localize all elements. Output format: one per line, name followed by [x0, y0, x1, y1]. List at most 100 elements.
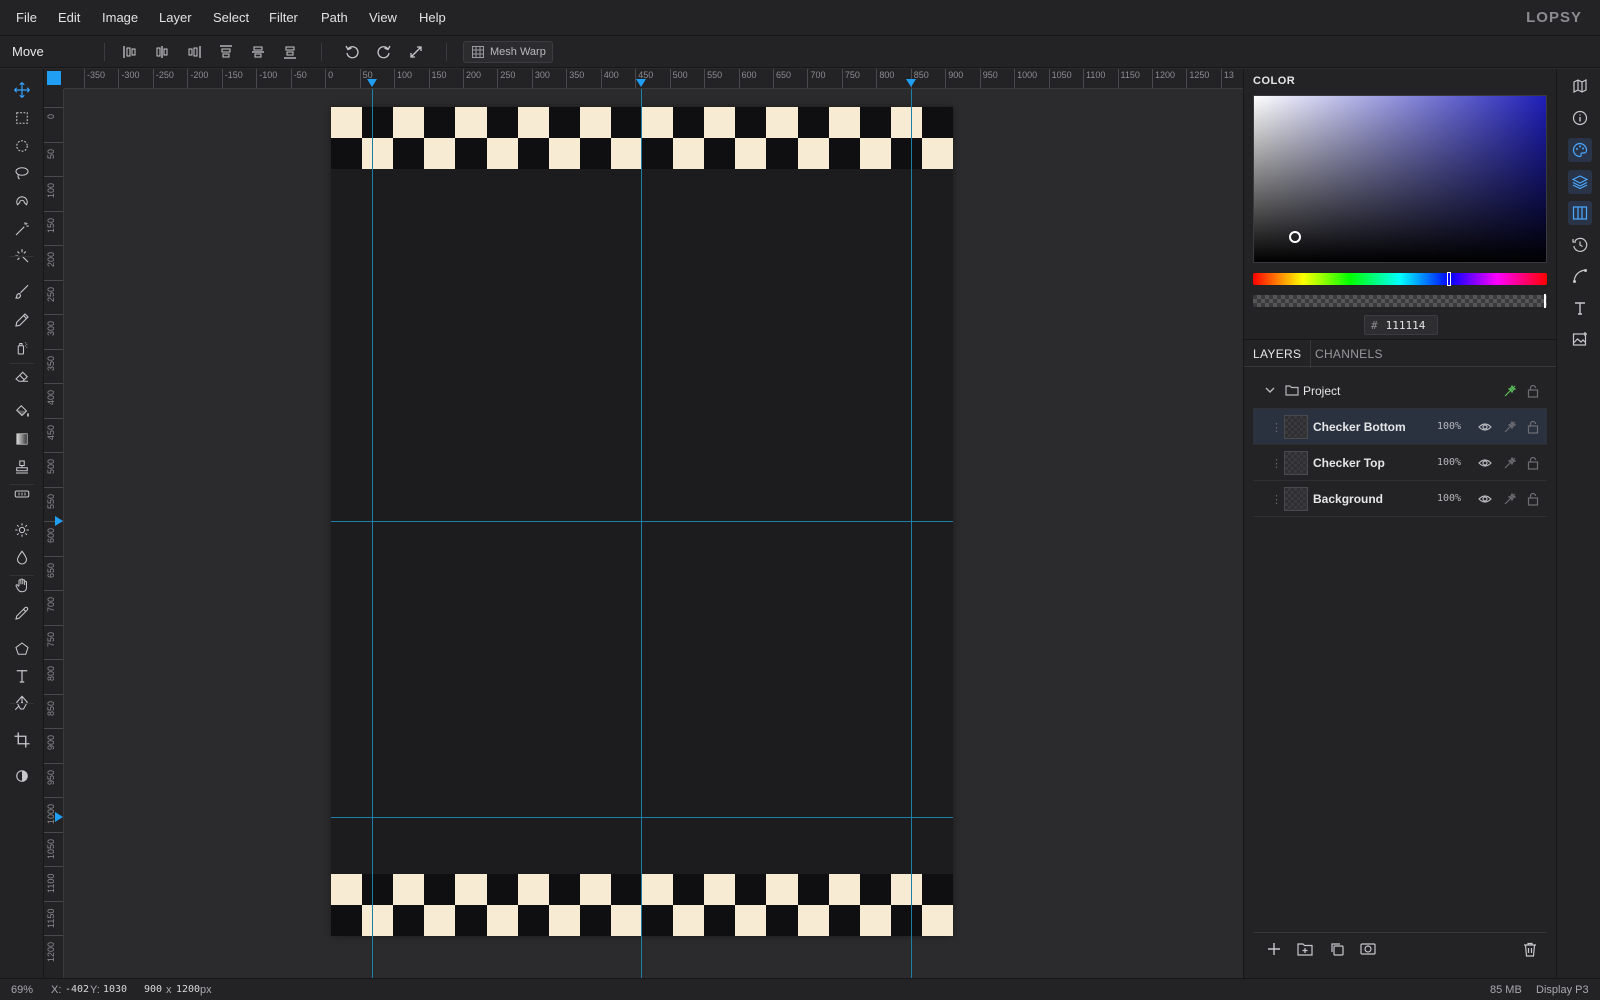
add-layer-icon[interactable]: [1265, 940, 1283, 958]
menu-file[interactable]: File: [16, 0, 37, 36]
align-middle-v-icon[interactable]: [247, 42, 269, 62]
mask-icon[interactable]: [1359, 940, 1377, 958]
rect-marquee-icon[interactable]: [10, 106, 34, 130]
magnetic-lasso-icon[interactable]: [10, 189, 34, 213]
align-center-h-icon[interactable]: [151, 42, 173, 62]
columns-icon[interactable]: [1568, 201, 1592, 225]
stamp-icon[interactable]: [10, 455, 34, 479]
lasso-icon[interactable]: [10, 161, 34, 185]
layer-opacity[interactable]: 100%: [1437, 445, 1461, 481]
history-icon[interactable]: [1568, 233, 1592, 257]
layer-name[interactable]: Checker Bottom: [1313, 409, 1406, 445]
text-icon[interactable]: [10, 664, 34, 688]
contrast-icon[interactable]: [10, 764, 34, 788]
effects-icon[interactable]: [1503, 492, 1517, 506]
chevron-down-icon[interactable]: [1265, 386, 1275, 394]
effects-icon[interactable]: [1503, 384, 1517, 398]
layer-row[interactable]: ⋮⋮ Checker Bottom 100%: [1253, 409, 1547, 445]
hex-value[interactable]: 111114: [1386, 319, 1426, 332]
tab-layers[interactable]: LAYERS: [1244, 340, 1312, 368]
effects-icon[interactable]: [1503, 420, 1517, 434]
menu-edit[interactable]: Edit: [58, 0, 80, 36]
magic-wand-icon[interactable]: [10, 217, 34, 241]
healing-icon[interactable]: [10, 482, 34, 506]
layer-row[interactable]: ⋮⋮ Background 100%: [1253, 481, 1547, 517]
eye-icon[interactable]: [1478, 456, 1492, 470]
polygon-icon[interactable]: [10, 637, 34, 661]
ellipse-marquee-icon[interactable]: [10, 134, 34, 158]
color-saturation-field[interactable]: [1253, 95, 1547, 263]
paint-bucket-icon[interactable]: [10, 399, 34, 423]
eye-icon[interactable]: [1478, 420, 1492, 434]
layer-opacity[interactable]: 100%: [1437, 409, 1461, 445]
canvas-area[interactable]: [64, 89, 1243, 978]
zoom-level[interactable]: 69%: [11, 979, 33, 1000]
pencil-icon[interactable]: [10, 308, 34, 332]
add-group-icon[interactable]: [1296, 940, 1314, 958]
menu-help[interactable]: Help: [419, 0, 446, 36]
guide-vertical[interactable]: [911, 89, 912, 978]
color-picker-handle[interactable]: [1289, 231, 1301, 243]
guide-marker-icon[interactable]: [367, 79, 377, 87]
layer-opacity[interactable]: 100%: [1437, 481, 1461, 517]
lock-icon[interactable]: [1527, 384, 1541, 398]
align-right-icon[interactable]: [183, 42, 205, 62]
crop-icon[interactable]: [10, 728, 34, 752]
align-bottom-icon[interactable]: [279, 42, 301, 62]
gradient-icon[interactable]: [10, 427, 34, 451]
menu-filter[interactable]: Filter: [269, 0, 298, 36]
eye-icon[interactable]: [1478, 492, 1492, 506]
menu-path[interactable]: Path: [321, 0, 348, 36]
guide-vertical[interactable]: [372, 89, 373, 978]
guide-marker-icon[interactable]: [636, 79, 646, 87]
vertical-ruler[interactable]: 0 50 100 150 200 250 300 350 400 450 500 550 600 650 7…: [44, 89, 64, 978]
brush-icon[interactable]: [10, 280, 34, 304]
curve-icon[interactable]: [1568, 264, 1592, 288]
rotate-ccw-icon[interactable]: [341, 42, 363, 62]
ruler-corner[interactable]: [44, 69, 64, 89]
hue-slider[interactable]: [1253, 272, 1547, 286]
expand-icon[interactable]: [405, 42, 427, 62]
duplicate-icon[interactable]: [1328, 940, 1346, 958]
layer-name[interactable]: Background: [1313, 481, 1383, 517]
blur-icon[interactable]: [10, 546, 34, 570]
guide-vertical[interactable]: [641, 89, 642, 978]
eyedropper-icon[interactable]: [10, 601, 34, 625]
tab-channels[interactable]: CHANNELS: [1306, 340, 1392, 368]
map-icon[interactable]: [1568, 74, 1592, 98]
guide-marker-icon[interactable]: [55, 516, 63, 526]
guide-marker-icon[interactable]: [55, 812, 63, 822]
mesh-warp-button[interactable]: Mesh Warp: [463, 41, 553, 63]
hex-input[interactable]: # 111114: [1364, 315, 1438, 335]
guide-horizontal[interactable]: [331, 521, 953, 522]
menu-view[interactable]: View: [369, 0, 397, 36]
align-left-icon[interactable]: [119, 42, 141, 62]
move-icon[interactable]: [10, 78, 34, 102]
layer-group-row[interactable]: Project: [1253, 373, 1547, 409]
trash-icon[interactable]: [1521, 940, 1539, 958]
lock-icon[interactable]: [1527, 456, 1541, 470]
rotate-cw-icon[interactable]: [373, 42, 395, 62]
menu-image[interactable]: Image: [102, 0, 138, 36]
layers-icon[interactable]: [1568, 170, 1592, 194]
menu-select[interactable]: Select: [213, 0, 249, 36]
guide-horizontal[interactable]: [331, 817, 953, 818]
alpha-slider[interactable]: [1253, 294, 1547, 308]
lock-icon[interactable]: [1527, 420, 1541, 434]
hue-slider-handle[interactable]: [1447, 272, 1451, 286]
dodge-icon[interactable]: [10, 518, 34, 542]
hand-icon[interactable]: [10, 573, 34, 597]
horizontal-ruler[interactable]: -350 -300 -250 -200 -150 -100 -50 0 50 100 150 200 2…: [64, 69, 1243, 89]
info-icon[interactable]: [1568, 106, 1592, 130]
alpha-slider-handle[interactable]: [1544, 294, 1546, 308]
image-icon[interactable]: [1568, 327, 1592, 351]
guide-marker-icon[interactable]: [906, 79, 916, 87]
effects-icon[interactable]: [1503, 456, 1517, 470]
layer-name[interactable]: Checker Top: [1313, 445, 1385, 481]
palette-icon[interactable]: [1568, 138, 1592, 162]
lock-icon[interactable]: [1527, 492, 1541, 506]
menu-layer[interactable]: Layer: [159, 0, 192, 36]
align-top-icon[interactable]: [215, 42, 237, 62]
eraser-icon[interactable]: [10, 364, 34, 388]
layer-row[interactable]: ⋮⋮ Checker Top 100%: [1253, 445, 1547, 481]
